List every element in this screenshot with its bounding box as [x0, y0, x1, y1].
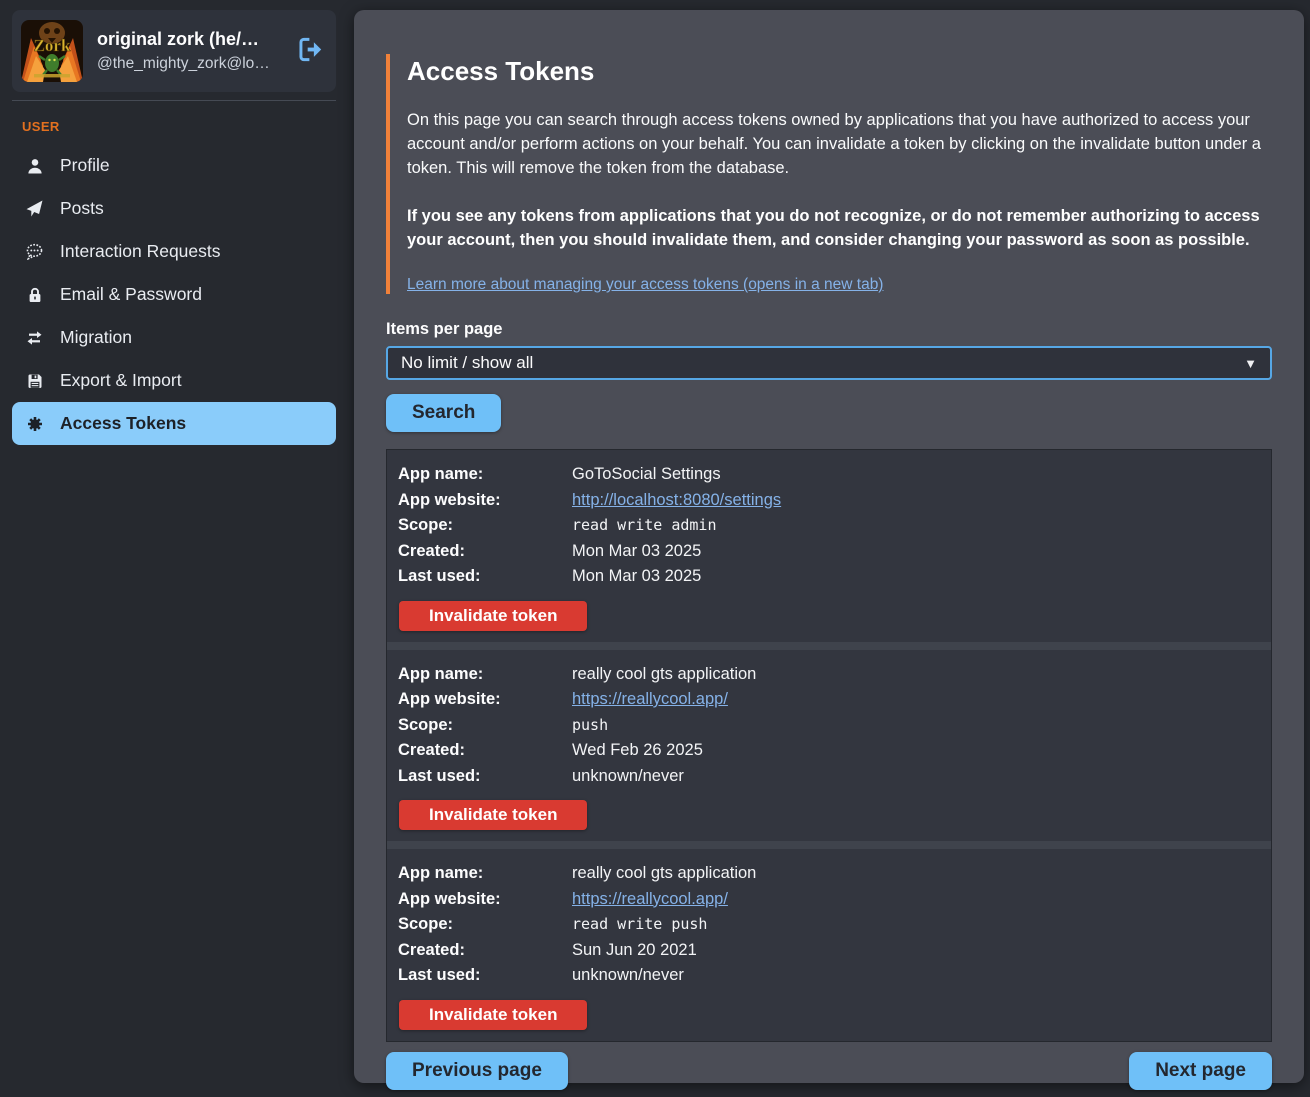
- intro-paragraph: On this page you can search through acce…: [407, 108, 1272, 180]
- last-used-label: Last used:: [398, 564, 572, 590]
- sidebar-item-label: Profile: [60, 155, 110, 176]
- token-entry: App name: really cool gts application Ap…: [387, 642, 1271, 842]
- zork-avatar-art: Zork: [21, 20, 83, 82]
- app-website-link[interactable]: http://localhost:8080/settings: [572, 491, 781, 509]
- next-page-button[interactable]: Next page: [1129, 1052, 1272, 1090]
- search-button[interactable]: Search: [386, 394, 501, 432]
- nav-section-label: USER: [22, 119, 336, 134]
- page-title: Access Tokens: [407, 54, 1272, 88]
- user-display-name: original zork (he/…: [97, 29, 282, 50]
- transfer-arrows-icon: [26, 329, 43, 346]
- scope-label: Scope:: [398, 713, 572, 739]
- sidebar-item-label: Posts: [60, 198, 104, 219]
- sidebar-item-label: Email & Password: [60, 284, 202, 305]
- logout-button[interactable]: [296, 37, 324, 65]
- token-details: App name: really cool gts application Ap…: [398, 662, 1260, 790]
- token-entry: App name: GoToSocial Settings App websit…: [387, 450, 1271, 642]
- created-value: Sun Jun 20 2021: [572, 938, 1260, 964]
- created-label: Created:: [398, 738, 572, 764]
- floppy-disk-icon: [26, 372, 43, 389]
- last-used-value: Mon Mar 03 2025: [572, 564, 1260, 590]
- created-label: Created:: [398, 938, 572, 964]
- app-name-value: really cool gts application: [572, 861, 1260, 887]
- sidebar-item-label: Export & Import: [60, 370, 182, 391]
- items-per-page-select[interactable]: No limit / show all ▼: [386, 346, 1272, 380]
- sidebar: Zork original zork (he/… @the_mighty_zor…: [0, 0, 350, 1097]
- user-handle: @the_mighty_zork@lo…: [97, 55, 282, 73]
- comment-icon: [26, 243, 43, 260]
- scope-value: read write admin: [572, 513, 1260, 539]
- app-website-label: App website:: [398, 488, 572, 514]
- app-name-value: GoToSocial Settings: [572, 462, 1260, 488]
- items-per-page-label: Items per page: [386, 320, 1272, 339]
- access-tokens-panel: Access Tokens On this page you can searc…: [354, 10, 1304, 1083]
- sidebar-item-label: Interaction Requests: [60, 241, 221, 262]
- token-list: App name: GoToSocial Settings App websit…: [386, 449, 1272, 1042]
- sidebar-item-interaction-requests[interactable]: Interaction Requests: [12, 230, 336, 273]
- previous-page-button[interactable]: Previous page: [386, 1052, 568, 1090]
- app-website-label: App website:: [398, 687, 572, 713]
- app-name-label: App name:: [398, 861, 572, 887]
- sidebar-item-access-tokens[interactable]: Access Tokens: [12, 402, 336, 445]
- scope-label: Scope:: [398, 513, 572, 539]
- token-badge-icon: [26, 415, 43, 432]
- sidebar-item-label: Access Tokens: [60, 413, 186, 434]
- lock-icon: [26, 286, 43, 303]
- created-label: Created:: [398, 539, 572, 565]
- user-icon: [26, 157, 43, 174]
- sidebar-header: Zork original zork (he/… @the_mighty_zor…: [12, 10, 336, 101]
- sidebar-item-profile[interactable]: Profile: [12, 144, 336, 187]
- last-used-label: Last used:: [398, 764, 572, 790]
- scope-value: read write push: [572, 912, 1260, 938]
- invalidate-token-button[interactable]: Invalidate token: [399, 1000, 587, 1030]
- sidebar-item-label: Migration: [60, 327, 132, 348]
- sidebar-item-posts[interactable]: Posts: [12, 187, 336, 230]
- avatar: Zork: [21, 20, 83, 82]
- warning-paragraph: If you see any tokens from applications …: [407, 204, 1272, 252]
- last-used-value: unknown/never: [572, 764, 1260, 790]
- app-root: Zork original zork (he/… @the_mighty_zor…: [0, 0, 1310, 1097]
- sidebar-nav: Profile Posts: [12, 144, 336, 445]
- page-intro: Access Tokens On this page you can searc…: [386, 54, 1272, 294]
- paper-plane-icon: [26, 200, 43, 217]
- token-details: App name: GoToSocial Settings App websit…: [398, 462, 1260, 590]
- user-names: original zork (he/… @the_mighty_zork@lo…: [97, 29, 282, 73]
- scope-label: Scope:: [398, 912, 572, 938]
- app-website-link[interactable]: https://reallycool.app/: [572, 690, 728, 708]
- last-used-value: unknown/never: [572, 963, 1260, 989]
- scope-value: push: [572, 713, 1260, 739]
- token-details: App name: really cool gts application Ap…: [398, 861, 1260, 989]
- svg-text:Zork: Zork: [34, 36, 71, 55]
- invalidate-token-button[interactable]: Invalidate token: [399, 800, 587, 830]
- app-website-label: App website:: [398, 887, 572, 913]
- invalidate-token-button[interactable]: Invalidate token: [399, 601, 587, 631]
- app-name-value: really cool gts application: [572, 662, 1260, 688]
- token-entry: App name: really cool gts application Ap…: [387, 841, 1271, 1041]
- items-per-page-selected-value: No limit / show all: [401, 353, 1244, 373]
- pagination: Previous page Next page: [386, 1052, 1272, 1090]
- sign-out-icon: [297, 36, 324, 66]
- user-card[interactable]: Zork original zork (he/… @the_mighty_zor…: [12, 10, 336, 92]
- learn-more-link[interactable]: Learn more about managing your access to…: [407, 276, 883, 293]
- app-name-label: App name:: [398, 462, 572, 488]
- sidebar-item-export-import[interactable]: Export & Import: [12, 359, 336, 402]
- app-website-link[interactable]: https://reallycool.app/: [572, 890, 728, 908]
- created-value: Wed Feb 26 2025: [572, 738, 1260, 764]
- created-value: Mon Mar 03 2025: [572, 539, 1260, 565]
- app-name-label: App name:: [398, 662, 572, 688]
- dropdown-arrow-icon: ▼: [1244, 356, 1257, 371]
- sidebar-item-migration[interactable]: Migration: [12, 316, 336, 359]
- last-used-label: Last used:: [398, 963, 572, 989]
- sidebar-item-email-password[interactable]: Email & Password: [12, 273, 336, 316]
- items-per-page-field: Items per page No limit / show all ▼: [386, 320, 1272, 380]
